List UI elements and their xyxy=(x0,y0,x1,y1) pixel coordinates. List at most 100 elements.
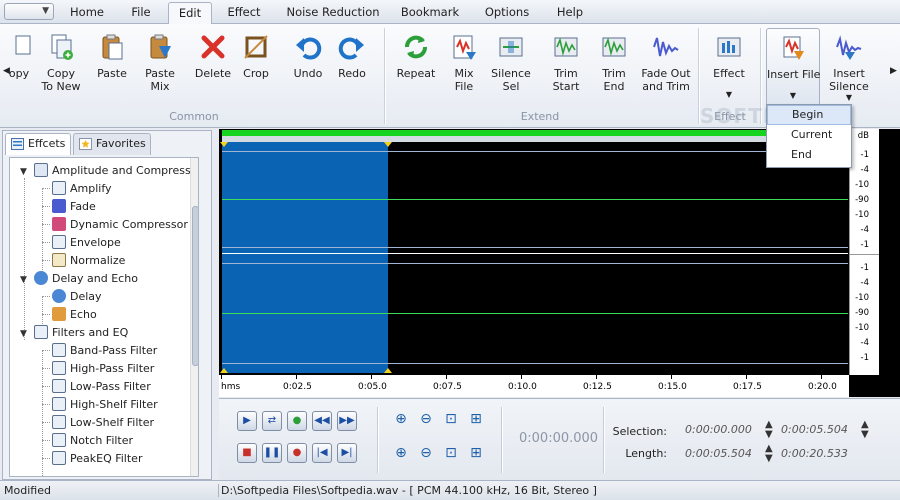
tree-item-peakeq-filter[interactable]: PeakEQ Filter xyxy=(52,450,142,468)
spin-down-icon[interactable]: ▼ xyxy=(765,453,773,464)
zoom-full-button[interactable]: ⊞ xyxy=(466,409,486,429)
tab-file[interactable]: File xyxy=(116,2,166,24)
tree-item-normalize[interactable]: Normalize xyxy=(52,252,125,270)
loop-button[interactable]: ⇄ xyxy=(262,411,282,431)
tree-branch xyxy=(42,224,50,225)
ruler-tick-label: 0:10.0 xyxy=(508,382,537,392)
menu-item-begin[interactable]: Begin xyxy=(767,105,851,125)
paste-mix-button[interactable]: Paste Mix xyxy=(140,32,180,93)
selection-end-marker-icon[interactable] xyxy=(384,142,392,147)
tree-item-high-pass-filter[interactable]: High-Pass Filter xyxy=(52,360,154,378)
tree-item-dynamic-compressor[interactable]: Dynamic Compressor xyxy=(52,216,188,234)
insert-file-button[interactable]: Insert File ▼ xyxy=(766,28,820,106)
go-to-start-button[interactable]: |◀ xyxy=(312,443,332,463)
zoom-out-vertical-button[interactable]: ⊖ xyxy=(416,443,436,463)
stop-button[interactable]: ■ xyxy=(237,443,257,463)
copy-button[interactable]: opy xyxy=(6,32,32,80)
expand-chevron-icon[interactable]: ▼ xyxy=(20,275,27,285)
tree-item-notch-filter[interactable]: Notch Filter xyxy=(52,432,133,450)
menu-item-current[interactable]: Current xyxy=(767,125,851,145)
selection-start-marker-icon[interactable] xyxy=(220,142,228,147)
tab-effect[interactable]: Effect xyxy=(216,2,272,24)
rewind-button[interactable]: ◀◀ xyxy=(312,411,332,431)
tree-group-amplitude[interactable]: Amplitude and Compressi xyxy=(34,162,194,180)
zoom-out-button[interactable]: ⊖ xyxy=(416,409,436,429)
effect-button[interactable]: Effect ▼ xyxy=(708,32,750,101)
play-button[interactable]: ▶ xyxy=(237,411,257,431)
repeat-button[interactable]: Repeat xyxy=(394,32,438,80)
fade-out-and-trim-button[interactable]: Fade Out and Trim xyxy=(640,32,692,93)
insert-silence-button[interactable]: Insert Silence ▼ xyxy=(826,32,872,104)
spin-down-icon[interactable]: ▼ xyxy=(861,429,869,440)
db-scale: dB -1 -4 -10 -90 -10 -4 -1 -1 -4 -10 -90… xyxy=(849,129,880,375)
tree-scrollbar-thumb[interactable] xyxy=(192,206,198,366)
redo-button[interactable]: Redo xyxy=(332,32,372,80)
tree-item-amplify[interactable]: Amplify xyxy=(52,180,112,198)
selection-end-value[interactable]: 0:00:05.504 xyxy=(781,423,848,436)
status-bar: Modified D:\Softpedia Files\Softpedia.wa… xyxy=(0,480,900,500)
zoom-reset-vertical-button[interactable]: ⊞ xyxy=(466,443,486,463)
expand-chevron-icon[interactable]: ▼ xyxy=(20,329,27,339)
tree-item-low-shelf-filter[interactable]: Low-Shelf Filter xyxy=(52,414,154,432)
crop-button[interactable]: Crop xyxy=(238,32,274,80)
paste-button[interactable]: Paste xyxy=(92,32,132,80)
waveform-selection[interactable] xyxy=(222,142,388,373)
silence-sel-button[interactable]: Silence Sel xyxy=(488,32,534,93)
tab-options[interactable]: Options xyxy=(476,2,538,24)
spin-down-icon[interactable]: ▼ xyxy=(765,429,773,440)
tree-item-envelope[interactable]: Envelope xyxy=(52,234,121,252)
trim-end-button[interactable]: Trim End xyxy=(594,32,634,93)
pause-button[interactable]: ❚❚ xyxy=(262,443,282,463)
tree-item-label: High-Shelf Filter xyxy=(70,398,158,411)
tree-group-filters-eq[interactable]: Filters and EQ xyxy=(34,324,128,342)
zoom-in-button[interactable]: ⊕ xyxy=(391,409,411,429)
transport-separator xyxy=(603,407,604,473)
delete-label: Delete xyxy=(194,67,232,80)
tree-item-high-shelf-filter[interactable]: High-Shelf Filter xyxy=(52,396,158,414)
effects-tree: ▼ Amplitude and Compressi Amplify Fade D… xyxy=(9,157,199,477)
selection-start-value[interactable]: 0:00:00.000 xyxy=(685,423,752,436)
ruler-tick xyxy=(371,375,372,379)
ruler-tick xyxy=(746,375,747,379)
repeat-icon xyxy=(405,35,427,59)
go-to-end-button[interactable]: ▶| xyxy=(337,443,357,463)
tab-bookmark[interactable]: Bookmark xyxy=(396,2,464,24)
zoom-in-vertical-button[interactable]: ⊕ xyxy=(391,443,411,463)
tree-item-fade[interactable]: Fade xyxy=(52,198,96,216)
undo-button[interactable]: Undo xyxy=(288,32,328,80)
zoom-selection-button[interactable]: ⊡ xyxy=(441,409,461,429)
selection-end-marker-icon[interactable] xyxy=(384,368,392,373)
zoom-fit-vertical-button[interactable]: ⊡ xyxy=(441,443,461,463)
record-icon: ● xyxy=(292,447,302,458)
expand-chevron-icon[interactable]: ▼ xyxy=(20,167,27,177)
mix-file-button[interactable]: Mix File xyxy=(446,32,482,93)
copy-to-new-button[interactable]: Copy To New xyxy=(38,32,84,93)
menu-item-end[interactable]: End xyxy=(767,145,851,165)
tree-group-delay-echo[interactable]: Delay and Echo xyxy=(34,270,138,288)
tree-item-echo[interactable]: Echo xyxy=(52,306,97,324)
tab-home[interactable]: Home xyxy=(62,2,112,24)
trim-start-button[interactable]: Trim Start xyxy=(546,32,586,93)
fast-forward-button[interactable]: ▶▶ xyxy=(337,411,357,431)
trim-end-label: Trim End xyxy=(602,67,626,93)
group-label-extend: Extend xyxy=(520,110,560,123)
play-selection-button[interactable]: ● xyxy=(287,411,307,431)
tab-effects[interactable]: Effcets xyxy=(5,133,71,155)
tab-help[interactable]: Help xyxy=(548,2,592,24)
record-button[interactable]: ● xyxy=(287,443,307,463)
app-menu-button[interactable]: ▼ xyxy=(4,3,54,20)
ribbon-separator xyxy=(384,28,385,124)
delete-button[interactable]: Delete xyxy=(194,32,232,80)
tree-item-delay[interactable]: Delay xyxy=(52,288,102,306)
time-ruler[interactable]: hms 0:02.5 0:05.0 0:07.5 0:10.0 0:12.5 0… xyxy=(219,375,849,397)
tree-item-low-pass-filter[interactable]: Low-Pass Filter xyxy=(52,378,151,396)
tab-favorites[interactable]: Favorites xyxy=(73,133,151,155)
tab-noise-reduction[interactable]: Noise Reduction xyxy=(280,2,386,24)
waveform-view[interactable]: dB -1 -4 -10 -90 -10 -4 -1 -1 -4 -10 -90… xyxy=(219,129,900,397)
tab-edit[interactable]: Edit xyxy=(168,2,212,25)
tree-scrollbar[interactable] xyxy=(190,158,198,476)
length-start-value[interactable]: 0:00:05.504 xyxy=(685,447,752,460)
ribbon-scroll-right-icon[interactable]: ▶ xyxy=(890,66,897,76)
tree-item-band-pass-filter[interactable]: Band-Pass Filter xyxy=(52,342,157,360)
selection-start-marker-icon[interactable] xyxy=(220,368,228,373)
